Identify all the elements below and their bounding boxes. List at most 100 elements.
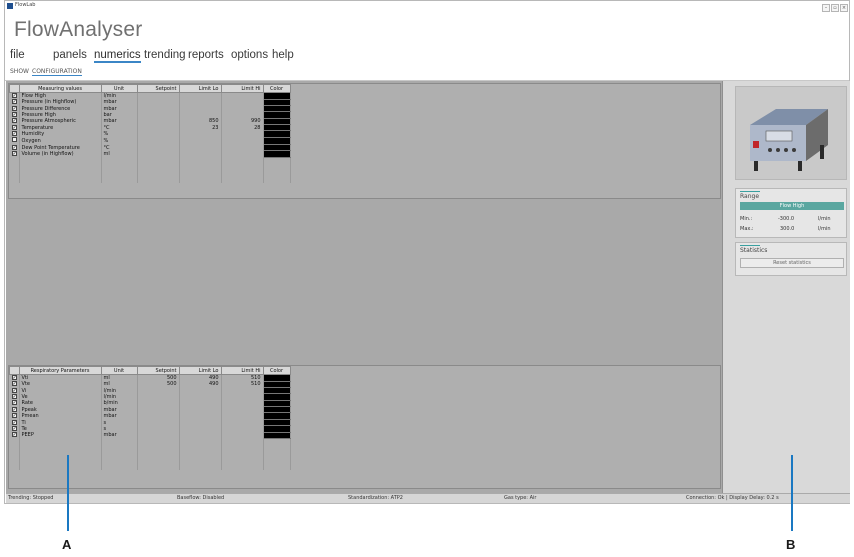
flow-analyser-device-icon [750, 109, 828, 171]
range-min-value: -300.0 [778, 216, 795, 222]
row-checkbox-box[interactable]: ✓ [11, 393, 17, 399]
measuring-values-grid: Measuring values Unit Setpoint Limit Lo … [8, 83, 721, 199]
respiratory-parameters-grid: Respiratory Parameters Unit Setpoint Lim… [8, 365, 721, 489]
row-checkbox-box[interactable]: ✓ [11, 131, 17, 137]
header-limit-hi: Limit Hi [220, 366, 264, 375]
row-checkbox-box[interactable]: ✓ [11, 99, 17, 105]
row-name: Oxygen [19, 137, 102, 145]
row-checkbox-box[interactable]: ✓ [11, 406, 17, 412]
minimize-button[interactable]: – [822, 4, 830, 12]
row-limit-hi[interactable] [221, 137, 264, 145]
row-checkbox-box[interactable]: ✓ [11, 124, 17, 130]
empty-cell [263, 464, 291, 471]
respiratory-parameters-table: Respiratory Parameters Unit Setpoint Lim… [9, 366, 291, 471]
row-checkbox-box[interactable]: ✓ [11, 93, 17, 99]
row-unit: % [101, 137, 138, 145]
row-checkbox[interactable] [9, 137, 20, 145]
header-check [9, 366, 20, 375]
menu-panels[interactable]: panels [53, 49, 87, 61]
status-baseflow: Baseflow: Disabled [177, 495, 225, 501]
status-connection: Connection: Ok | Display Delay: 0.2 s [686, 495, 779, 501]
respiratory-parameters-body: ✓ Vti ml 500 490 510 ✓ Vte ml 500 490 510 ✓ Vi l/min ✓ V… [9, 374, 291, 471]
device-image [735, 86, 847, 180]
callout-line-a [67, 455, 69, 531]
row-checkbox-box[interactable]: ✓ [11, 387, 17, 393]
table-header-row: Measuring values Unit Setpoint Limit Lo … [9, 84, 291, 93]
menu-numerics[interactable]: numerics [94, 49, 141, 63]
statistics-title: Statistics [740, 247, 768, 254]
header-unit: Unit [100, 84, 138, 93]
menu-options[interactable]: options [231, 49, 268, 61]
range-selector[interactable]: Flow High [740, 202, 844, 210]
title-bar: FlowLab – ▫ × [5, 1, 849, 12]
app-heading: FlowAnalyser [14, 18, 143, 41]
header-setpoint: Setpoint [136, 84, 180, 93]
empty-cell [9, 176, 20, 183]
header-unit: Unit [100, 366, 138, 375]
table-header-row: Respiratory Parameters Unit Setpoint Lim… [9, 366, 291, 375]
callout-label-b: B [786, 537, 796, 552]
row-color-swatch[interactable] [262, 136, 291, 145]
empty-cell [179, 464, 222, 471]
range-title: Range [740, 193, 760, 200]
row-checkbox-box[interactable]: ✓ [11, 375, 17, 381]
row-checkbox-box[interactable]: ✓ [11, 419, 17, 425]
maximize-button[interactable]: ▫ [831, 4, 839, 12]
numerics-config-pane: Measuring values Unit Setpoint Limit Lo … [6, 81, 723, 494]
row-checkbox-box[interactable]: ✓ [11, 118, 17, 124]
app-window: FlowLab – ▫ × FlowAnalyser file panels n… [4, 0, 850, 504]
empty-cell [137, 176, 180, 183]
range-min-unit: l/min [818, 216, 831, 222]
tab-configuration[interactable]: CONFIGURATION [32, 68, 82, 76]
row-checkbox-box[interactable]: ✓ [11, 144, 17, 150]
range-panel: Range Flow High Min.: -300.0 l/min Max.:… [735, 188, 847, 238]
header-limit-lo: Limit Lo [178, 366, 222, 375]
status-standardization: Standardization: ATP2 [348, 495, 403, 501]
header-setpoint: Setpoint [136, 366, 180, 375]
window-title: FlowLab [15, 2, 36, 8]
empty-cell [19, 176, 102, 183]
callout-line-b [791, 455, 793, 531]
row-checkbox-box[interactable]: ✓ [11, 150, 17, 156]
row-checkbox-box[interactable]: ✓ [11, 425, 17, 431]
measuring-values-table: Measuring values Unit Setpoint Limit Lo … [9, 84, 291, 183]
empty-cell [19, 464, 102, 471]
range-max-value: 300.0 [780, 226, 795, 232]
empty-cell [221, 176, 264, 183]
header-limit-hi: Limit Hi [220, 84, 264, 93]
tab-show[interactable]: SHOW [10, 68, 29, 75]
header-check [9, 84, 20, 93]
row-setpoint[interactable] [137, 137, 180, 145]
row-limit-lo[interactable] [179, 137, 222, 145]
menu-help[interactable]: help [272, 49, 294, 61]
header-name: Respiratory Parameters [18, 366, 102, 375]
table-row[interactable]: Oxygen% [9, 136, 291, 145]
empty-cell [101, 176, 138, 183]
close-button[interactable]: × [840, 4, 848, 12]
header-color: Color [262, 366, 291, 375]
menu-trending[interactable]: trending [144, 49, 186, 61]
status-gas-type: Gas type: Air [504, 495, 537, 501]
row-checkbox-box[interactable]: ✓ [11, 413, 17, 419]
row-checkbox-box[interactable]: ✓ [11, 105, 17, 111]
row-checkbox-box[interactable]: ✓ [11, 432, 17, 438]
range-max-unit: l/min [818, 226, 831, 232]
menu-file[interactable]: file [10, 49, 25, 61]
measuring-values-body: ✓ Flow High l/min ✓ Pressure (in Highflow) mb… [9, 92, 291, 183]
row-checkbox-box[interactable]: ✓ [11, 111, 17, 117]
empty-cell [221, 464, 264, 471]
row-checkbox-box[interactable]: ✓ [11, 400, 17, 406]
app-logo-icon [7, 3, 13, 9]
row-checkbox-box[interactable] [11, 137, 17, 143]
header-limit-lo: Limit Lo [178, 84, 222, 93]
menu-reports[interactable]: reports [188, 49, 224, 61]
empty-cell [9, 464, 20, 471]
row-checkbox-box[interactable]: ✓ [11, 381, 17, 387]
empty-row [9, 464, 291, 471]
callout-label-a: A [62, 537, 72, 552]
range-max-label: Max.: [740, 226, 754, 232]
side-panel: Range Flow High Min.: -300.0 l/min Max.:… [723, 81, 850, 494]
panel-accent [740, 245, 760, 246]
panel-accent [740, 191, 760, 192]
reset-statistics-button[interactable]: Reset statistics [740, 258, 844, 268]
